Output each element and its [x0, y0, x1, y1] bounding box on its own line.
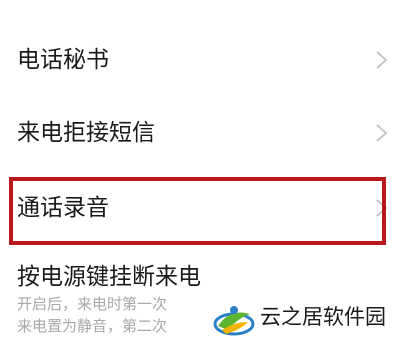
settings-item-label: 通话录音 — [17, 195, 109, 221]
settings-item-description-line2: 来电置为静音，第二次 — [17, 317, 168, 335]
settings-item-label: 电话秘书 — [17, 47, 109, 73]
chevron-right-icon — [375, 123, 388, 143]
watermark: 云之居软件园 — [204, 296, 400, 344]
yunzhiju-logo-icon — [212, 300, 256, 340]
settings-item-description-line1: 开启后，来电时第一次 — [17, 295, 168, 313]
settings-item-reject-sms[interactable]: 来电拒接短信 — [0, 98, 400, 168]
settings-item-phone-secretary[interactable]: 电话秘书 — [0, 25, 400, 95]
settings-item-call-recording[interactable]: 通话录音 — [0, 174, 400, 244]
settings-item-label: 来电拒接短信 — [17, 120, 155, 146]
chevron-right-icon — [375, 50, 388, 70]
settings-item-label: 按电源键挂断来电 — [17, 264, 201, 290]
chevron-right-icon — [375, 198, 388, 218]
watermark-text: 云之居软件园 — [260, 305, 386, 329]
